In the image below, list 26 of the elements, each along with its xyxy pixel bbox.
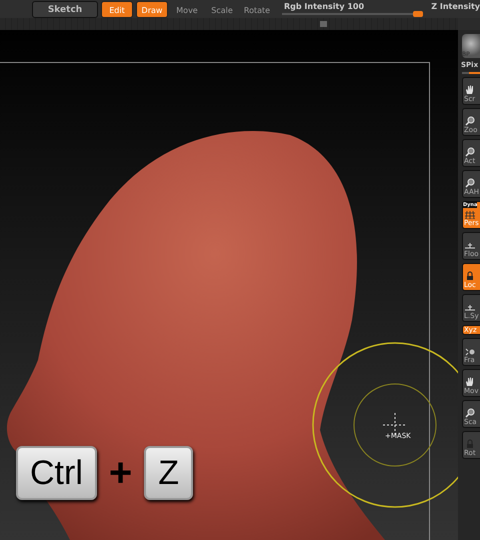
frame-icon xyxy=(465,348,475,356)
hand-icon xyxy=(465,85,475,95)
slider-label: Rgb Intensity 100 xyxy=(284,2,364,11)
toolbar-button[interactable]: Draw xyxy=(136,1,168,18)
search-icon xyxy=(465,178,475,188)
floor-icon xyxy=(465,304,475,312)
toolbar-button[interactable]: Edit xyxy=(101,1,133,18)
grid-icon xyxy=(465,211,475,219)
floor-icon xyxy=(465,242,475,250)
toolbar-button[interactable]: Move xyxy=(171,1,203,18)
toolbar-button[interactable]: Scale xyxy=(206,1,238,18)
search-icon xyxy=(465,116,475,126)
lock-icon xyxy=(465,271,475,281)
search-icon xyxy=(465,408,475,418)
toolbar-button[interactable]: Sketch xyxy=(32,1,98,18)
slider-thumb[interactable] xyxy=(412,11,423,17)
keyboard-key: Z xyxy=(144,446,194,500)
plus-sign: + xyxy=(108,450,132,496)
slider-label: Z Intensity xyxy=(431,1,480,11)
brush-cursor-icon xyxy=(312,342,458,508)
hand-icon xyxy=(465,377,475,387)
keyboard-key: Ctrl xyxy=(16,446,97,500)
search-icon xyxy=(465,147,475,157)
toolbar-button[interactable]: Rotate xyxy=(241,1,273,18)
lock-icon xyxy=(465,439,475,449)
scroll-handle[interactable] xyxy=(320,21,327,27)
